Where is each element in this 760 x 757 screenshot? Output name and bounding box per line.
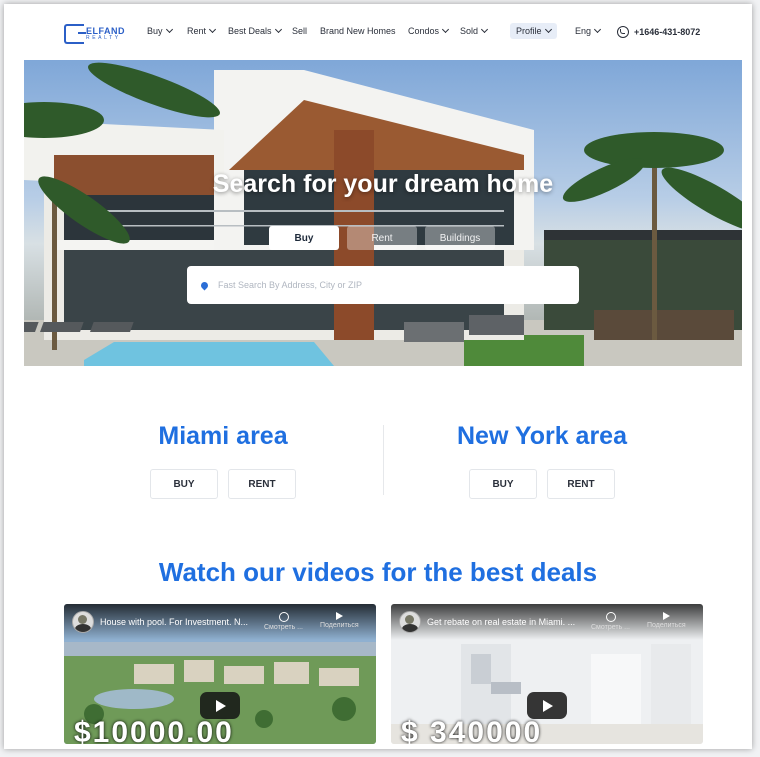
hero-house-image [24, 62, 742, 366]
nav-item-sell[interactable]: Sell [292, 26, 307, 36]
clock-icon [278, 612, 289, 622]
phone-link[interactable]: +1646-431-8072 [617, 26, 700, 38]
nav-item-buy[interactable]: Buy [147, 25, 173, 36]
site-header: ELFAND REALTY Buy Rent Best Deals Sell B… [4, 4, 752, 60]
play-button[interactable] [200, 692, 240, 719]
whatsapp-phone-icon [617, 26, 629, 38]
area-title-miami: Miami area [158, 422, 288, 450]
search-bar [187, 266, 579, 304]
nav-item-brand-new-homes[interactable]: Brand New Homes [320, 26, 396, 36]
search-input[interactable] [216, 279, 560, 291]
nav-item-best-deals[interactable]: Best Deals [228, 25, 282, 36]
chevron-down-icon [480, 25, 489, 34]
share-icon [335, 612, 343, 620]
videos-section-title: Watch our videos for the best deals [158, 557, 598, 587]
play-button[interactable] [527, 692, 567, 719]
video-price-overlay: $10000.00 [74, 716, 234, 744]
search-tabs: Buy Rent Buildings [269, 226, 495, 250]
video-price-overlay: $ 340000 [401, 716, 543, 744]
chevron-down-icon [165, 25, 173, 34]
miami-buy-button[interactable]: BUY [150, 469, 218, 499]
page-frame: ELFAND REALTY Buy Rent Best Deals Sell B… [4, 4, 752, 749]
chevron-down-icon [593, 25, 602, 34]
area-miami: Miami area BUY RENT [98, 422, 348, 499]
watch-later-button[interactable]: Смотреть ... [591, 612, 630, 631]
share-icon [662, 612, 670, 620]
hero-banner: Search for your dream home Buy Rent Buil… [24, 60, 742, 366]
share-button[interactable]: Поделиться [647, 612, 686, 629]
clock-icon [605, 612, 616, 622]
video-card-1[interactable]: House with pool. For Investment. N... См… [64, 604, 376, 744]
location-pin-icon [199, 280, 210, 290]
chevron-down-icon [274, 25, 282, 34]
area-title-new-york: New York area [456, 422, 627, 450]
tab-buy[interactable]: Buy [269, 226, 339, 250]
miami-rent-button[interactable]: RENT [228, 469, 296, 499]
chevron-down-icon [208, 25, 217, 34]
profile-button[interactable]: Profile [510, 23, 557, 39]
tab-buildings[interactable]: Buildings [425, 226, 495, 250]
nav-item-rent[interactable]: Rent [187, 25, 217, 36]
logo-g-icon [64, 24, 86, 44]
language-select[interactable]: Eng [575, 25, 602, 36]
nav-item-condos[interactable]: Condos [408, 25, 450, 36]
chevron-down-icon [441, 25, 450, 34]
chevron-down-icon [544, 25, 552, 34]
video-card-2[interactable]: Get rebate on real estate in Miami. ... … [391, 604, 703, 744]
watch-later-button[interactable]: Смотреть ... [264, 612, 303, 631]
tab-rent[interactable]: Rent [347, 226, 417, 250]
brand-logo[interactable]: ELFAND REALTY [64, 24, 125, 44]
new-york-buy-button[interactable]: BUY [469, 469, 537, 499]
share-button[interactable]: Поделиться [320, 612, 359, 629]
area-divider [383, 425, 384, 495]
video-title[interactable]: Get rebate on real estate in Miami. ... [427, 617, 597, 627]
nav-item-sold[interactable]: Sold [460, 25, 489, 36]
new-york-rent-button[interactable]: RENT [547, 469, 615, 499]
video-title[interactable]: House with pool. For Investment. N... [100, 617, 270, 627]
channel-avatar[interactable] [399, 611, 421, 633]
logo-line2: REALTY [86, 35, 121, 41]
channel-avatar[interactable] [72, 611, 94, 633]
hero-title: Search for your dream home [212, 170, 554, 198]
area-new-york: New York area BUY RENT [417, 422, 667, 499]
